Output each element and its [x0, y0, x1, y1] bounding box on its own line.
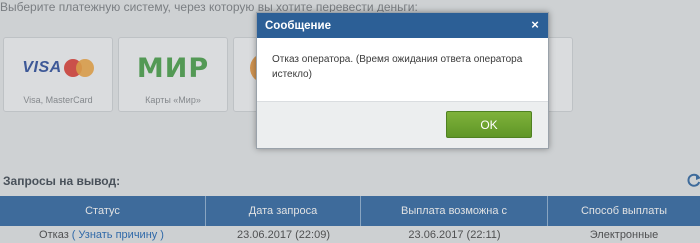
dialog-header: Сообщение ×: [257, 13, 548, 38]
message-dialog: Сообщение × Отказ оператора. (Время ожид…: [256, 12, 549, 149]
dialog-message: Отказ оператора. (Время ожидания ответа …: [272, 54, 523, 80]
dialog-footer: OK: [257, 101, 548, 148]
dialog-title: Сообщение: [265, 19, 331, 32]
ok-button[interactable]: OK: [446, 111, 532, 138]
dialog-body: Отказ оператора. (Время ожидания ответа …: [257, 38, 548, 101]
close-icon[interactable]: ×: [528, 18, 542, 32]
